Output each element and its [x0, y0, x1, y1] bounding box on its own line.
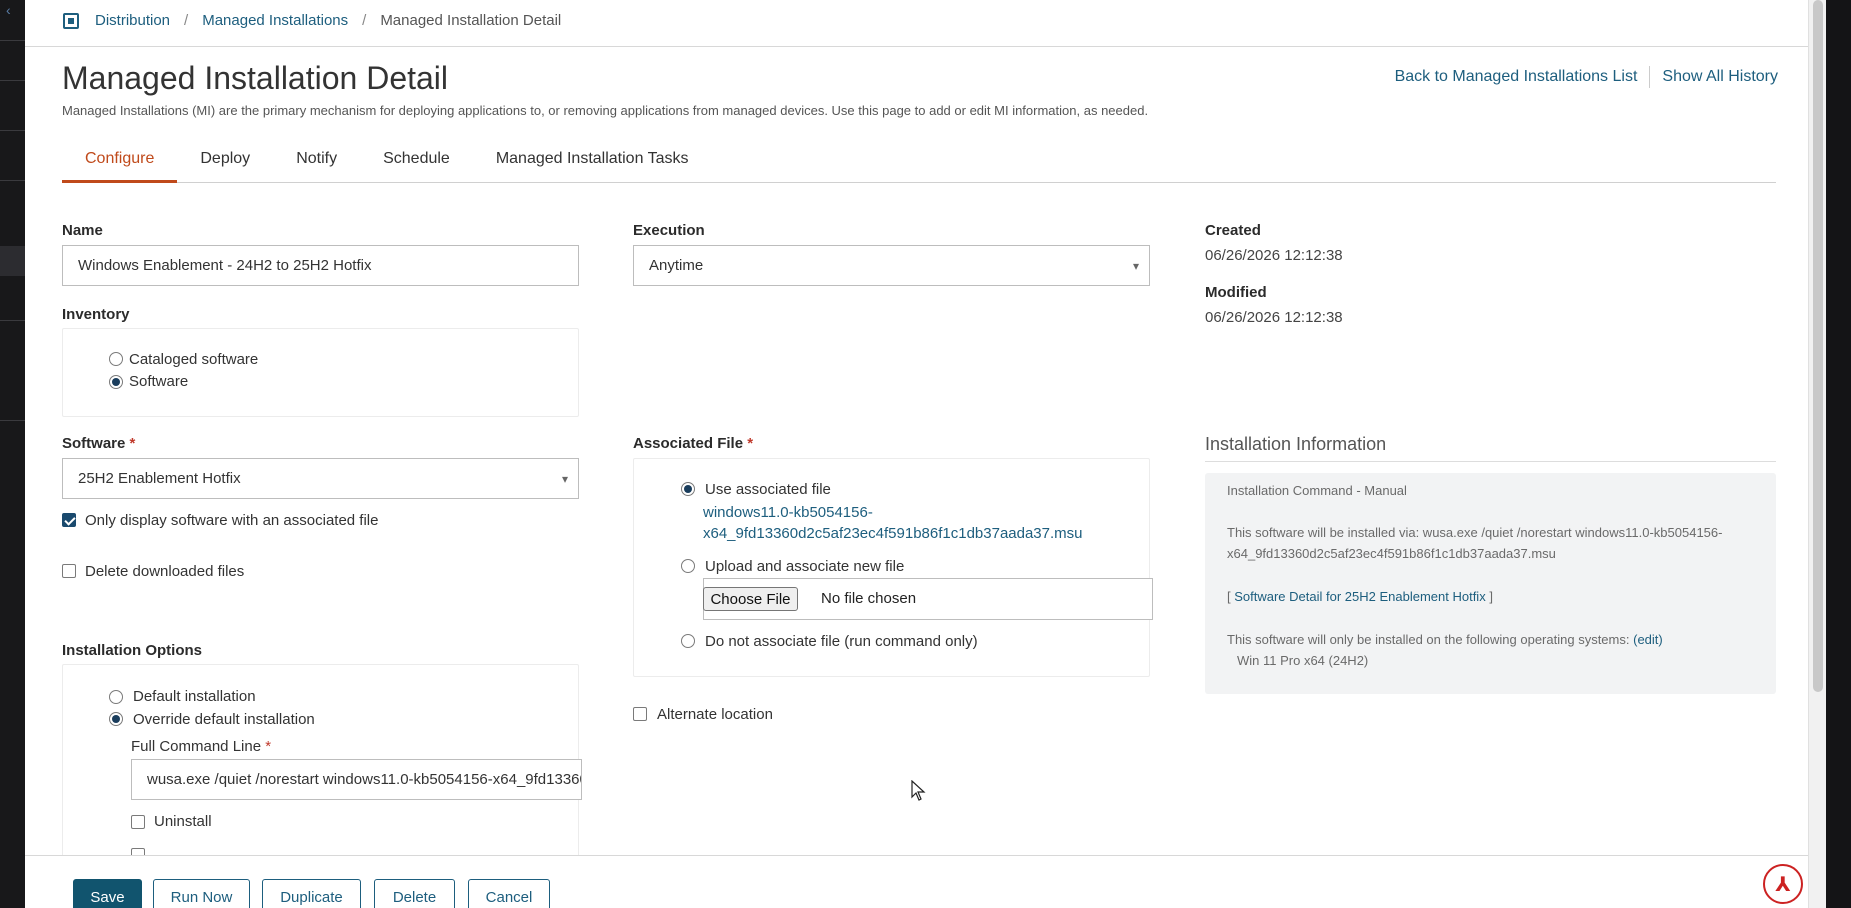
software-label-text: Software [62, 435, 126, 452]
chevron-left-icon[interactable]: ‹ [6, 2, 11, 18]
associated-file-link[interactable]: windows11.0-kb5054156- [703, 504, 873, 521]
execution-label: Execution [633, 222, 705, 239]
right-edge-strip [1826, 0, 1851, 908]
software-detail-link[interactable]: Software Detail for 25H2 Enablement Hotf… [1234, 589, 1485, 604]
associated-file-link-cont[interactable]: x64_9fd13360d2c5af23ec4f591b86f1c1db37aa… [703, 525, 1083, 542]
breadcrumb-current: Managed Installation Detail [380, 12, 562, 29]
delete-button[interactable]: Delete [374, 879, 455, 908]
breadcrumb-bar: Distribution / Managed Installations / M… [25, 0, 1808, 47]
tab-configure[interactable]: Configure [62, 144, 178, 183]
strip-divider [0, 420, 25, 421]
cataloged-software-label: Cataloged software [129, 351, 259, 368]
use-associated-file-label: Use associated file [705, 481, 831, 498]
breadcrumb: Distribution / Managed Installations / M… [63, 12, 561, 29]
page-scrollbar[interactable] [1808, 0, 1826, 908]
created-value: 06/26/2026 12:12:38 [1205, 247, 1343, 264]
pdf-icon[interactable]: ⅄ [1763, 864, 1803, 904]
strip-divider [0, 180, 25, 181]
installation-options-label: Installation Options [62, 642, 203, 659]
radio-software[interactable] [109, 375, 123, 389]
page-subtitle: Managed Installations (MI) are the prima… [62, 103, 1149, 118]
strip-divider [0, 130, 25, 131]
override-installation-label: Override default installation [133, 711, 315, 728]
strip-highlight[interactable] [0, 246, 25, 276]
required-marker: * [747, 435, 754, 452]
tab-managed-installation-tasks[interactable]: Managed Installation Tasks [473, 144, 712, 183]
upload-new-file-label: Upload and associate new file [705, 558, 905, 575]
installation-information-divider [1205, 461, 1776, 462]
choose-file-button[interactable]: Choose File [703, 587, 798, 611]
created-label: Created [1205, 222, 1261, 239]
required-marker: * [129, 435, 136, 452]
no-associated-file-label: Do not associate file (run command only) [705, 633, 978, 650]
software-option-label: Software [129, 373, 189, 390]
modified-label: Modified [1205, 284, 1267, 301]
scrollbar-thumb[interactable] [1813, 0, 1823, 692]
back-to-list-link[interactable]: Back to Managed Installations List [1395, 68, 1638, 86]
page-title: Managed Installation Detail [62, 60, 449, 96]
radio-no-associated-file[interactable] [681, 634, 695, 648]
no-file-chosen-label: No file chosen [821, 590, 917, 607]
breadcrumb-distribution[interactable]: Distribution [95, 12, 170, 29]
cancel-button[interactable]: Cancel [468, 879, 550, 908]
page-links: Back to Managed Installations List Show … [1395, 66, 1778, 88]
run-now-button[interactable]: Run Now [153, 879, 250, 908]
name-label: Name [62, 222, 103, 239]
software-select[interactable]: 25H2 Enablement Hotfix [62, 458, 579, 499]
main-page: Distribution / Managed Installations / M… [25, 0, 1808, 908]
full-command-line-label: Full Command Line * [131, 738, 271, 755]
uninstall-label: Uninstall [154, 813, 212, 830]
os-value: Win 11 Pro x64 (24H2) [1237, 653, 1369, 668]
full-command-line-text: Full Command Line [131, 738, 262, 755]
link-separator [1649, 66, 1651, 88]
modified-value: 06/26/2026 12:12:38 [1205, 309, 1343, 326]
only-display-checkbox[interactable] [62, 513, 76, 527]
breadcrumb-managed-installations[interactable]: Managed Installations [202, 12, 348, 29]
delete-downloaded-checkbox[interactable] [62, 564, 76, 578]
save-button[interactable]: Save [73, 879, 142, 908]
name-input[interactable]: Windows Enablement - 24H2 to 25H2 Hotfix [62, 245, 579, 286]
inventory-label: Inventory [62, 306, 130, 323]
os-text-row: This software will only be installed on … [1227, 629, 1663, 650]
installation-command-heading: Installation Command - Manual [1227, 483, 1407, 498]
execution-select[interactable]: Anytime [633, 245, 1150, 286]
strip-divider [0, 320, 25, 321]
left-app-strip: ‹ [0, 0, 25, 908]
breadcrumb-separator: / [184, 12, 189, 29]
breadcrumb-separator: / [362, 12, 367, 29]
os-text: This software will only be installed on … [1227, 632, 1630, 647]
strip-divider [0, 80, 25, 81]
uninstall-checkbox[interactable] [131, 815, 145, 829]
software-detail-row: [ Software Detail for 25H2 Enablement Ho… [1227, 589, 1493, 604]
edit-os-link[interactable]: (edit) [1633, 632, 1663, 647]
alternate-location-label: Alternate location [657, 706, 773, 723]
radio-override-installation[interactable] [109, 712, 123, 726]
associated-file-text: Associated File [633, 435, 744, 452]
software-label: Software * [62, 435, 135, 452]
radio-cataloged-software[interactable] [109, 352, 123, 366]
tab-notify[interactable]: Notify [273, 144, 360, 183]
required-marker: * [265, 738, 272, 755]
mouse-cursor-icon [911, 780, 926, 801]
associated-file-label: Associated File * [633, 435, 753, 452]
distribution-icon [63, 12, 79, 29]
install-via-text-cont: x64_9fd13360d2c5af23ec4f591b86f1c1db37aa… [1227, 546, 1556, 561]
show-all-history-link[interactable]: Show All History [1662, 68, 1778, 86]
installation-information-title: Installation Information [1205, 434, 1387, 454]
radio-use-associated-file[interactable] [681, 482, 695, 496]
duplicate-button[interactable]: Duplicate [262, 879, 361, 908]
full-command-line-input[interactable]: wusa.exe /quiet /norestart windows11.0-k… [131, 759, 582, 800]
tab-schedule[interactable]: Schedule [360, 144, 473, 183]
default-installation-label: Default installation [133, 688, 256, 705]
tab-bar: Configure Deploy Notify Schedule Managed… [62, 144, 1776, 183]
radio-upload-new-file[interactable] [681, 559, 695, 573]
delete-downloaded-label: Delete downloaded files [85, 563, 245, 580]
radio-default-installation[interactable] [109, 690, 123, 704]
tab-deploy[interactable]: Deploy [177, 144, 273, 183]
installation-information-panel: Installation Command - Manual This softw… [1205, 473, 1776, 694]
alternate-location-checkbox[interactable] [633, 707, 647, 721]
install-via-text: This software will be installed via: wus… [1227, 525, 1723, 540]
only-display-label: Only display software with an associated… [85, 512, 379, 529]
strip-divider [0, 40, 25, 41]
